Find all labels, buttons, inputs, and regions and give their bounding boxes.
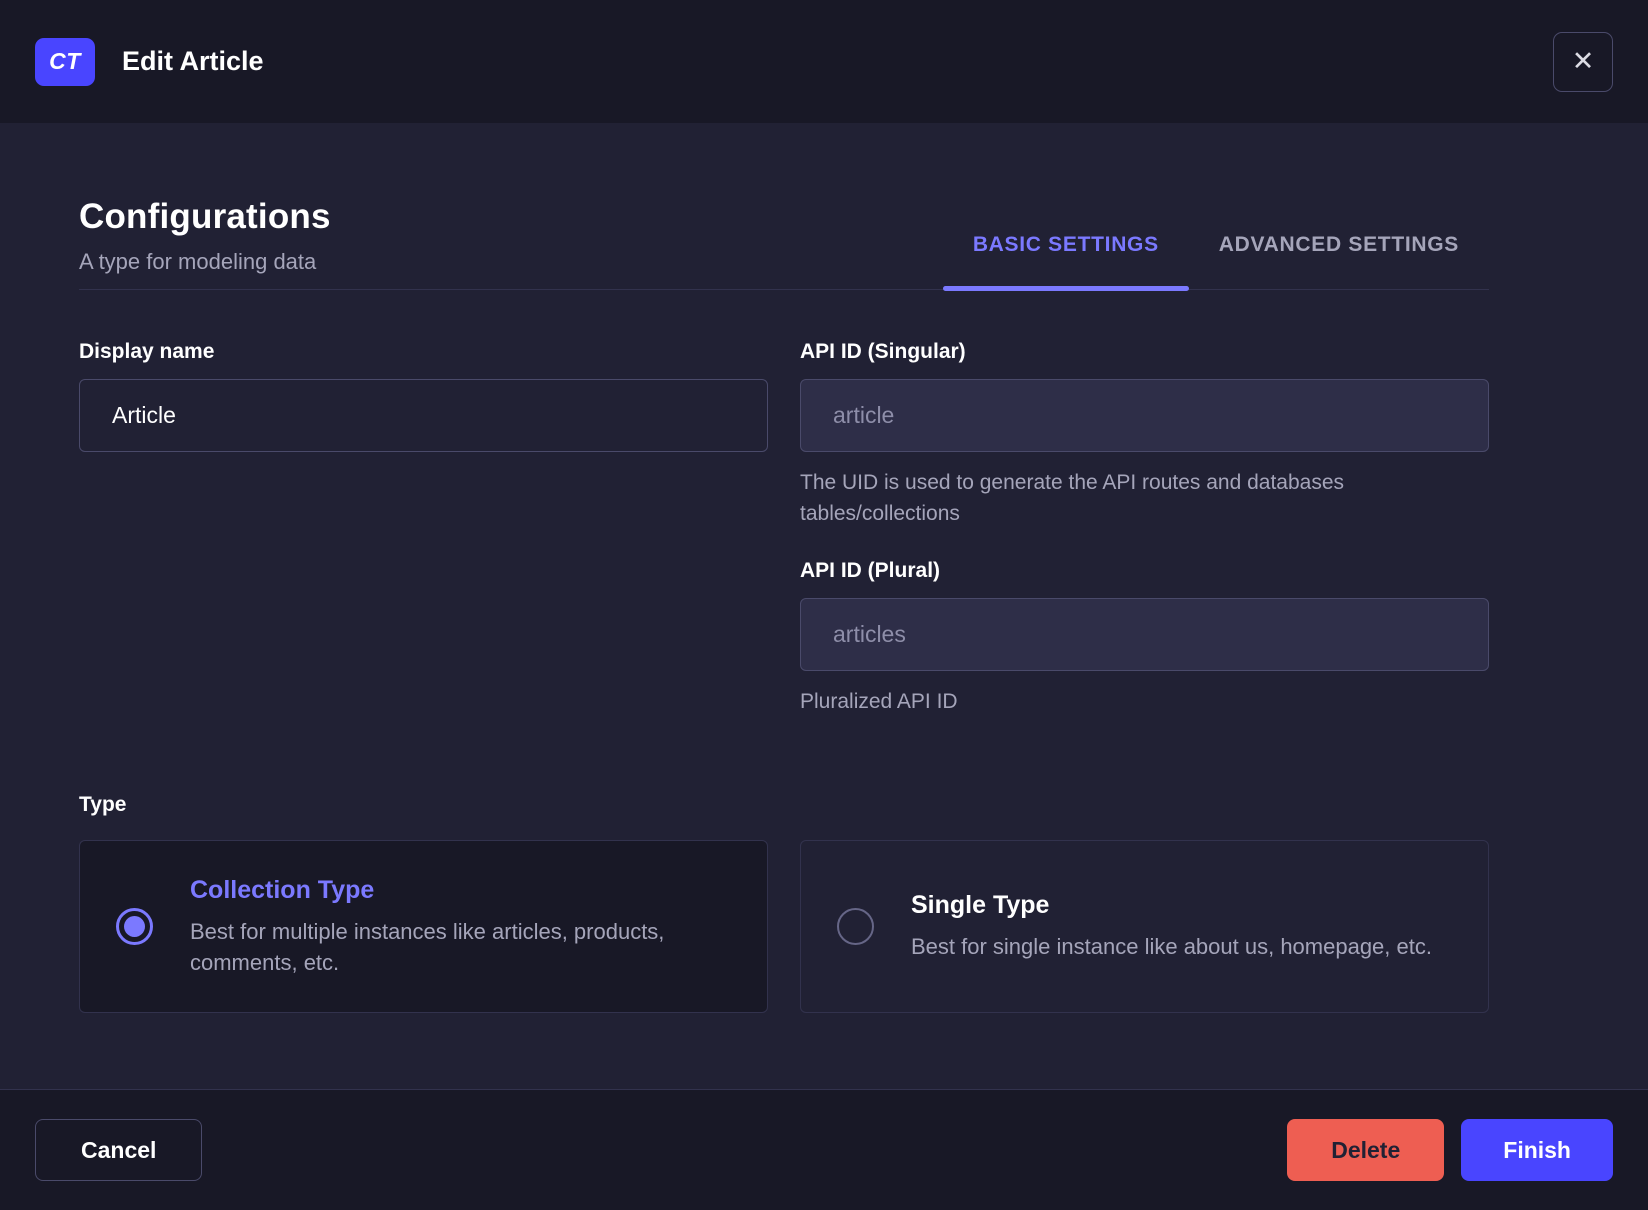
finish-button[interactable]: Finish	[1461, 1119, 1613, 1181]
radio-dot	[124, 916, 145, 937]
api-id-plural-input[interactable]	[800, 598, 1489, 671]
modal-body: Configurations A type for modeling data …	[0, 123, 1648, 1089]
type-section: Type Collection Type Best for multiple i…	[79, 793, 1489, 1013]
api-id-plural-label: API ID (Plural)	[800, 559, 941, 582]
cancel-button[interactable]: Cancel	[35, 1119, 203, 1181]
collection-type-radio[interactable]	[116, 908, 153, 945]
api-id-plural-group: API ID (Plural) Pluralized API ID	[800, 559, 1489, 717]
collection-type-texts: Collection Type Best for multiple instan…	[190, 876, 731, 978]
display-name-input[interactable]	[79, 379, 768, 452]
modal-header: CT Edit Article ✕	[0, 0, 1648, 123]
tab-advanced-settings[interactable]: ADVANCED SETTINGS	[1189, 233, 1489, 289]
display-name-label: Display name	[79, 340, 215, 363]
api-id-column: API ID (Singular) The UID is used to gen…	[800, 340, 1489, 717]
modal-title: Edit Article	[122, 46, 264, 76]
content-type-badge: CT	[35, 37, 95, 86]
type-options: Collection Type Best for multiple instan…	[79, 840, 1489, 1013]
type-label: Type	[79, 793, 127, 816]
single-type-description: Best for single instance like about us, …	[911, 934, 1432, 959]
fields-grid: Display name API ID (Singular) The UID i…	[79, 340, 1489, 717]
close-icon: ✕	[1571, 46, 1595, 76]
api-id-singular-group: API ID (Singular) The UID is used to gen…	[800, 340, 1489, 529]
collection-type-description: Best for multiple instances like article…	[190, 918, 665, 975]
config-titles: Configurations A type for modeling data	[79, 197, 331, 289]
modal-footer: Cancel Delete Finish	[0, 1089, 1648, 1210]
close-button[interactable]: ✕	[1553, 31, 1613, 92]
api-id-plural-hint: Pluralized API ID	[800, 690, 958, 713]
single-type-texts: Single Type Best for single instance lik…	[911, 891, 1432, 962]
single-type-title: Single Type	[911, 891, 1050, 919]
page-subtitle: A type for modeling data	[79, 249, 317, 274]
api-id-singular-label: API ID (Singular)	[800, 340, 966, 363]
config-header: Configurations A type for modeling data …	[79, 197, 1489, 291]
type-option-collection-type[interactable]: Collection Type Best for multiple instan…	[79, 840, 768, 1013]
display-name-group: Display name	[79, 340, 768, 717]
api-id-singular-hint: The UID is used to generate the API rout…	[800, 471, 1345, 525]
content-type-badge-label: CT	[49, 48, 81, 74]
edit-article-modal: CT Edit Article ✕ Configurations A type …	[0, 0, 1648, 1210]
type-option-single-type[interactable]: Single Type Best for single instance lik…	[800, 840, 1489, 1013]
single-type-radio[interactable]	[837, 908, 874, 945]
tab-basic-settings[interactable]: BASIC SETTINGS	[942, 233, 1189, 291]
settings-tabbar: BASIC SETTINGS ADVANCED SETTINGS	[942, 197, 1489, 291]
delete-button[interactable]: Delete	[1287, 1119, 1445, 1181]
api-id-singular-input[interactable]	[800, 379, 1489, 452]
page-title: Configurations	[79, 197, 331, 236]
collection-type-title: Collection Type	[190, 875, 375, 904]
